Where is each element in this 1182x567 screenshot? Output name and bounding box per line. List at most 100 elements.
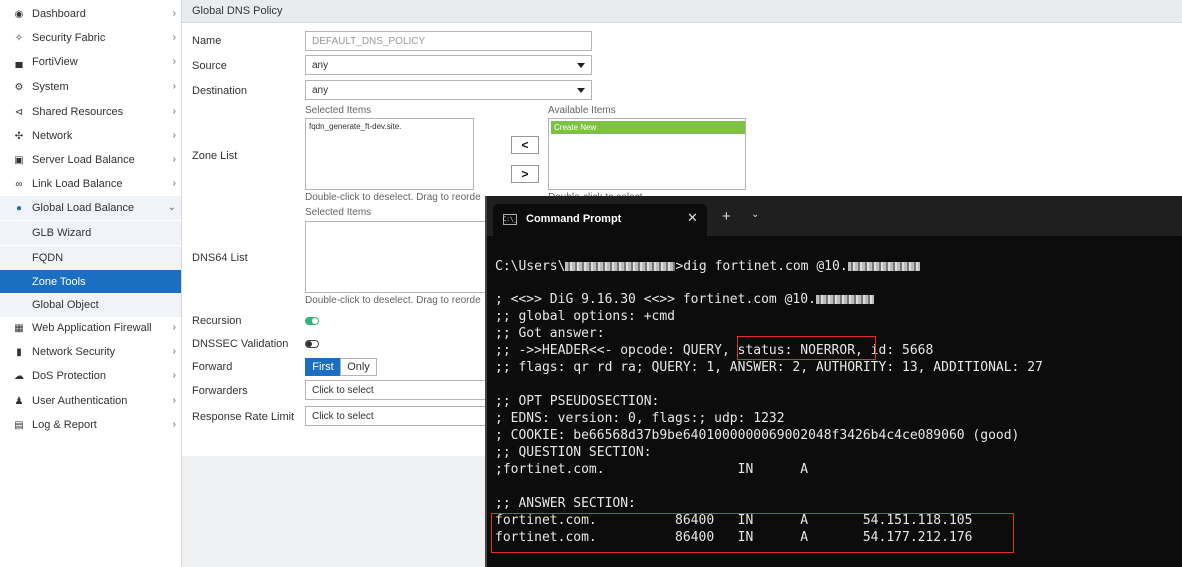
status-highlight-box [737, 336, 876, 360]
redacted-text [565, 262, 676, 271]
name-label: Name [192, 35, 222, 47]
name-field[interactable]: DEFAULT_DNS_POLICY [305, 31, 592, 51]
recursion-toggle[interactable] [305, 317, 319, 325]
zone-deselect-hint: Double-click to deselect. Drag to reorde [305, 192, 481, 203]
sidebar-nav: ◉ Dashboard › ✧ Security Fabric › ▄ Fort… [0, 0, 182, 567]
destination-select[interactable]: any [305, 80, 592, 100]
terminal-line-text: >dig fortinet.com @10. [675, 259, 848, 274]
forward-first-button[interactable]: First [305, 358, 341, 376]
sidebar-item-label: Security Fabric [32, 32, 106, 44]
sidebar-item-fqdn[interactable]: FQDN [0, 246, 181, 270]
sidebar-item-network[interactable]: ✣ Network › [0, 124, 181, 148]
close-icon[interactable]: ✕ [687, 210, 698, 226]
terminal-titlebar: C:\_ Command Prompt ✕ + ⌄ [487, 196, 1182, 236]
response-rate-limit-label: Response Rate Limit [192, 411, 295, 423]
chevron-right-icon: › [172, 395, 176, 406]
new-tab-button[interactable]: + [722, 208, 731, 225]
source-select[interactable]: any [305, 55, 592, 75]
forward-label: Forward [192, 361, 233, 373]
list-item[interactable]: fqdn_generate_ft-dev.site. [309, 122, 401, 131]
sidebar-item-network-security[interactable]: ▮ Network Security › [0, 340, 181, 364]
sidebar-item-global-load-balance[interactable]: ● Global Load Balance ⌄ [0, 196, 181, 220]
gear-icon: ⚙ [14, 81, 24, 93]
terminal-line: ;fortinet.com. IN A [495, 462, 809, 477]
sidebar-item-glb-wizard[interactable]: GLB Wizard [0, 221, 181, 245]
forwarders-select[interactable]: Click to select [305, 380, 495, 400]
chevron-down-icon: ⌄ [167, 202, 176, 213]
recursion-label: Recursion [192, 315, 242, 327]
sidebar-item-user-authentication[interactable]: ♟ User Authentication › [0, 389, 181, 413]
toggle-knob [306, 341, 312, 347]
sidebar-item-server-load-balance[interactable]: ▣ Server Load Balance › [0, 148, 181, 172]
sidebar-item-zone-tools[interactable]: Zone Tools [0, 270, 181, 294]
create-new-item[interactable]: Create New [551, 121, 745, 134]
page-title: Global DNS Policy [182, 0, 1182, 23]
sidebar-item-system[interactable]: ⚙ System › [0, 75, 181, 99]
zone-selected-items-label: Selected Items [305, 105, 372, 116]
sidebar-item-dos-protection[interactable]: ☁ DoS Protection › [0, 364, 181, 388]
terminal-line: ; EDNS: version: 0, flags:; udp: 1232 [495, 411, 785, 426]
sidebar-item-label: System [32, 81, 69, 93]
sidebar-item-label: FortiView [32, 56, 78, 68]
response-rate-limit-select[interactable]: Click to select [305, 406, 495, 426]
chevron-right-icon: › [172, 32, 176, 43]
chevron-right-icon: › [172, 8, 176, 19]
sidebar-item-link-load-balance[interactable]: ∞ Link Load Balance › [0, 172, 181, 196]
sidebar-item-label: User Authentication [32, 395, 128, 407]
server-icon: ▣ [14, 154, 24, 166]
fortiview-icon: ▄ [15, 56, 23, 68]
zone-selected-list[interactable]: fqdn_generate_ft-dev.site. [305, 118, 474, 190]
terminal-output[interactable]: C:\Users\ >dig fortinet.com @10. ; <<>> D… [495, 258, 1043, 545]
security-fabric-icon: ✧ [14, 32, 24, 44]
zone-available-list[interactable]: Create New [548, 118, 746, 190]
chevron-right-icon: › [172, 81, 176, 92]
sidebar-item-label: Network [32, 130, 73, 142]
dnssec-toggle[interactable] [305, 340, 319, 348]
sidebar-item-label: Network Security [32, 346, 116, 358]
chevron-right-icon: › [172, 106, 176, 117]
dns64-selected-items-label: Selected Items [305, 207, 372, 218]
chevron-right-icon: › [172, 56, 176, 67]
source-select-value: any [312, 59, 329, 71]
terminal-line: ;; ANSWER SECTION: [495, 496, 636, 511]
terminal-line: ;; global options: +cmd [495, 309, 676, 324]
sidebar-item-global-object[interactable]: Global Object [0, 293, 181, 317]
dns64-label: DNS64 List [192, 252, 248, 264]
sidebar-item-label: Server Load Balance [32, 154, 135, 166]
sidebar-item-label: Global Load Balance [32, 202, 135, 214]
redacted-text [847, 262, 920, 271]
chevron-down-icon[interactable]: ⌄ [751, 209, 759, 220]
terminal-icon: C:\_ [502, 214, 518, 225]
sidebar-item-label: DoS Protection [32, 370, 106, 382]
zone-list-label: Zone List [192, 150, 238, 162]
dns64-selected-list[interactable] [305, 221, 505, 293]
sidebar-item-shared-resources[interactable]: ⊲ Shared Resources › [0, 100, 181, 124]
chevron-right-icon: › [172, 154, 176, 165]
chevron-right-icon: › [172, 178, 176, 189]
sidebar-item-dashboard[interactable]: ◉ Dashboard › [0, 2, 181, 26]
destination-label: Destination [192, 85, 248, 97]
waf-icon: ▦ [14, 322, 24, 334]
chevron-right-icon: › [172, 370, 176, 381]
dropdown-arrow-icon [577, 63, 585, 68]
link-icon: ∞ [15, 178, 23, 190]
sidebar-item-label: FQDN [32, 252, 64, 264]
sidebar-item-fortiview[interactable]: ▄ FortiView › [0, 50, 181, 74]
terminal-tab-title: Command Prompt [526, 213, 622, 225]
dnssec-label: DNSSEC Validation [192, 338, 289, 350]
chevron-right-icon: › [172, 419, 176, 430]
move-right-button[interactable]: > [511, 165, 539, 183]
sidebar-item-web-application-firewall[interactable]: ▦ Web Application Firewall › [0, 316, 181, 340]
move-left-button[interactable]: < [511, 136, 539, 154]
sidebar-item-label: GLB Wizard [32, 227, 92, 239]
destination-select-value: any [312, 84, 329, 96]
sidebar-item-security-fabric[interactable]: ✧ Security Fabric › [0, 26, 181, 50]
terminal-line-text: C:\Users\ [495, 259, 566, 274]
command-prompt-window[interactable]: C:\_ Command Prompt ✕ + ⌄ C:\Users\ >dig … [485, 196, 1182, 567]
terminal-line-text: ; <<>> DiG 9.16.30 <<>> fortinet.com @10… [495, 292, 816, 307]
sidebar-item-label: Web Application Firewall [32, 322, 152, 334]
user-icon: ♟ [14, 395, 24, 407]
terminal-tab[interactable]: C:\_ Command Prompt ✕ [493, 204, 707, 236]
forward-only-button[interactable]: Only [340, 358, 377, 376]
sidebar-item-log-report[interactable]: ▤ Log & Report › [0, 413, 181, 437]
